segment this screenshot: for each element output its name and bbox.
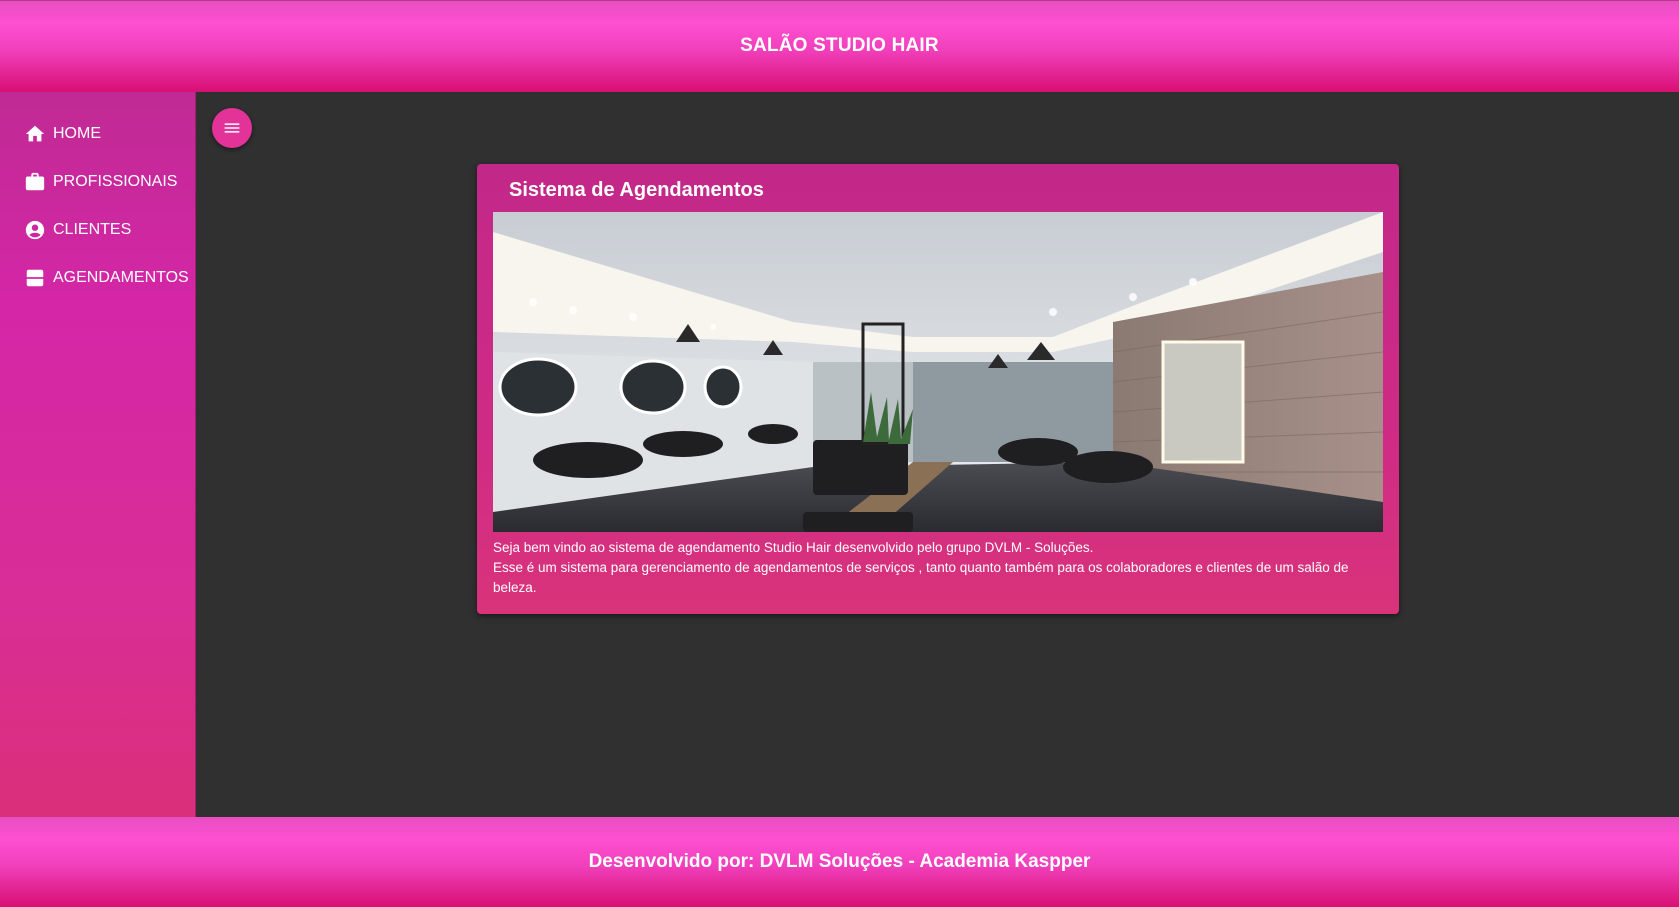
home-icon: [25, 125, 45, 142]
salon-image: [493, 212, 1383, 532]
app-header: SALÃO STUDIO HAIR: [0, 0, 1679, 92]
app-footer: Desenvolvido por: DVLM Soluções - Academ…: [0, 817, 1679, 907]
footer-credits: Desenvolvido por: DVLM Soluções - Academ…: [588, 851, 1091, 872]
sidebar-item-home[interactable]: HOME: [0, 110, 195, 158]
menu-toggle-button[interactable]: [212, 108, 252, 148]
card-title: Sistema de Agendamentos: [509, 179, 764, 201]
welcome-card: Sistema de Agendamentos Seja bem vindo a…: [477, 164, 1399, 614]
menu-icon: [224, 123, 240, 133]
card-text-line-1: Seja bem vindo ao sistema de agendamento…: [493, 540, 1094, 555]
sidebar-item-agendamentos[interactable]: AGENDAMENTOS: [0, 254, 195, 302]
sidebar-item-label: PROFISSIONAIS: [53, 173, 178, 190]
account-circle-icon: [25, 220, 45, 240]
sidebar-item-clientes[interactable]: CLIENTES: [0, 206, 195, 254]
app-title: SALÃO STUDIO HAIR: [740, 34, 939, 56]
calendar-view-icon: [26, 269, 44, 287]
card-description: Seja bem vindo ao sistema de agendamento…: [493, 538, 1383, 598]
sidebar-item-profissionais[interactable]: PROFISSIONAIS: [0, 158, 195, 206]
briefcase-icon: [25, 172, 45, 191]
sidebar-item-label: CLIENTES: [53, 221, 132, 238]
sidebar-item-label: HOME: [53, 125, 101, 142]
sidebar-item-label: AGENDAMENTOS: [53, 269, 189, 286]
card-text-line-2: Esse é um sistema para gerenciamento de …: [493, 560, 1349, 595]
sidebar: HOME PROFISSIONAIS CLIENTES AGENDAMENTOS: [0, 92, 196, 817]
